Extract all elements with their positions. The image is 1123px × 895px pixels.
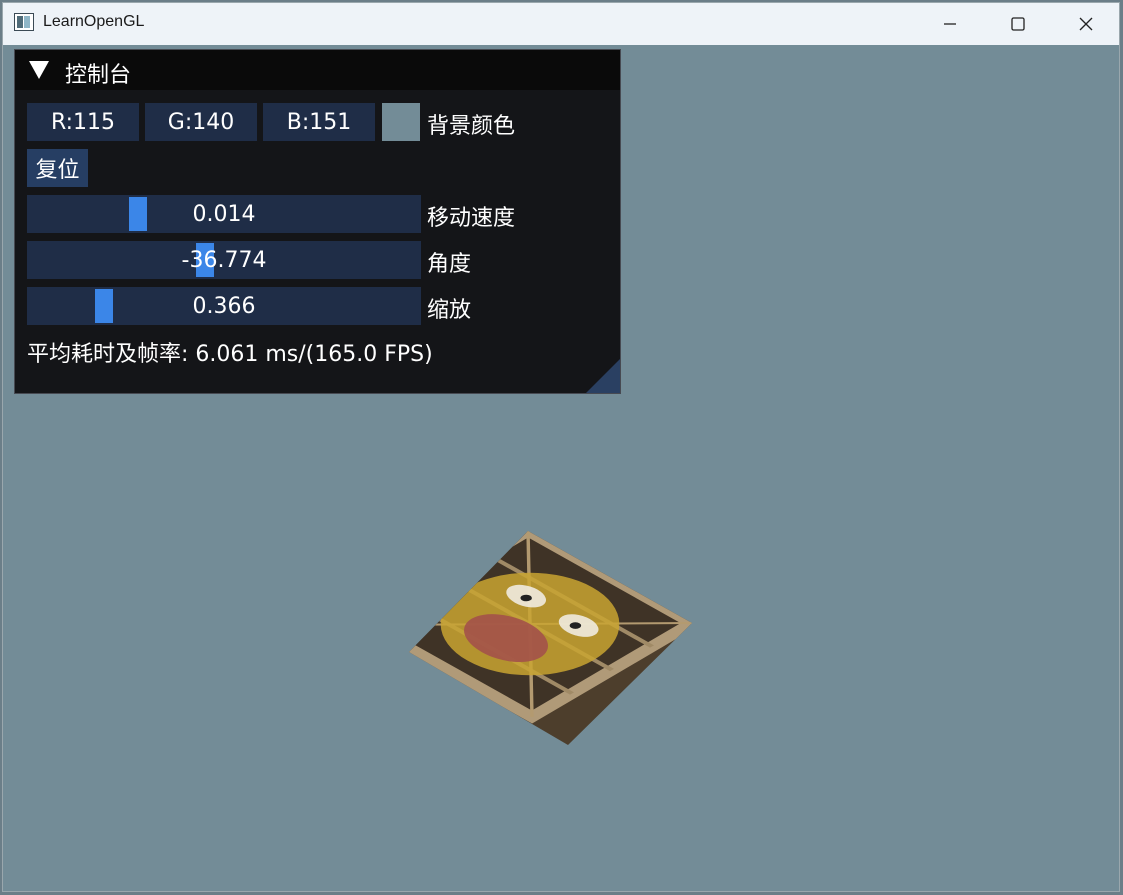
maximize-button[interactable] <box>987 3 1049 45</box>
control-panel: 控制台 R:115 G:140 B:151 背景颜色 复位 0.014 移动速度… <box>14 49 621 394</box>
angle-label: 角度 <box>427 252 472 277</box>
slider-value: 0.366 <box>192 293 256 319</box>
textured-crate-quad <box>409 531 692 745</box>
blue-input[interactable]: B:151 <box>263 103 375 141</box>
slider-value: 0.014 <box>192 201 256 227</box>
close-button[interactable] <box>1055 3 1117 45</box>
scale-label: 缩放 <box>427 298 472 323</box>
window-title: LearnOpenGL <box>43 13 145 30</box>
resize-grip[interactable] <box>586 359 620 393</box>
move-speed-slider[interactable]: 0.014 <box>27 195 421 233</box>
slider-value: -36.774 <box>181 247 267 273</box>
green-input[interactable]: G:140 <box>145 103 257 141</box>
perf-text: 平均耗时及帧率: 6.061 ms/(165.0 FPS) <box>27 342 433 367</box>
collapse-arrow-icon[interactable] <box>28 60 50 80</box>
background-color-label: 背景颜色 <box>427 114 516 139</box>
angle-slider[interactable]: -36.774 <box>27 241 421 279</box>
close-icon <box>1079 17 1093 31</box>
minimize-button[interactable] <box>919 3 981 45</box>
minimize-icon <box>944 23 956 25</box>
panel-header[interactable]: 控制台 <box>15 50 620 90</box>
scale-slider[interactable]: 0.366 <box>27 287 421 325</box>
app-window: LearnOpenGL 控制台 R:115 G:140 B:151 背景颜色 复… <box>2 2 1120 892</box>
app-icon <box>14 13 34 31</box>
maximize-icon <box>1011 17 1025 31</box>
reset-button[interactable]: 复位 <box>27 149 88 187</box>
move-speed-label: 移动速度 <box>427 206 516 231</box>
color-swatch[interactable] <box>382 103 420 141</box>
red-input[interactable]: R:115 <box>27 103 139 141</box>
panel-title: 控制台 <box>65 63 132 88</box>
title-bar[interactable]: LearnOpenGL <box>3 3 1119 45</box>
